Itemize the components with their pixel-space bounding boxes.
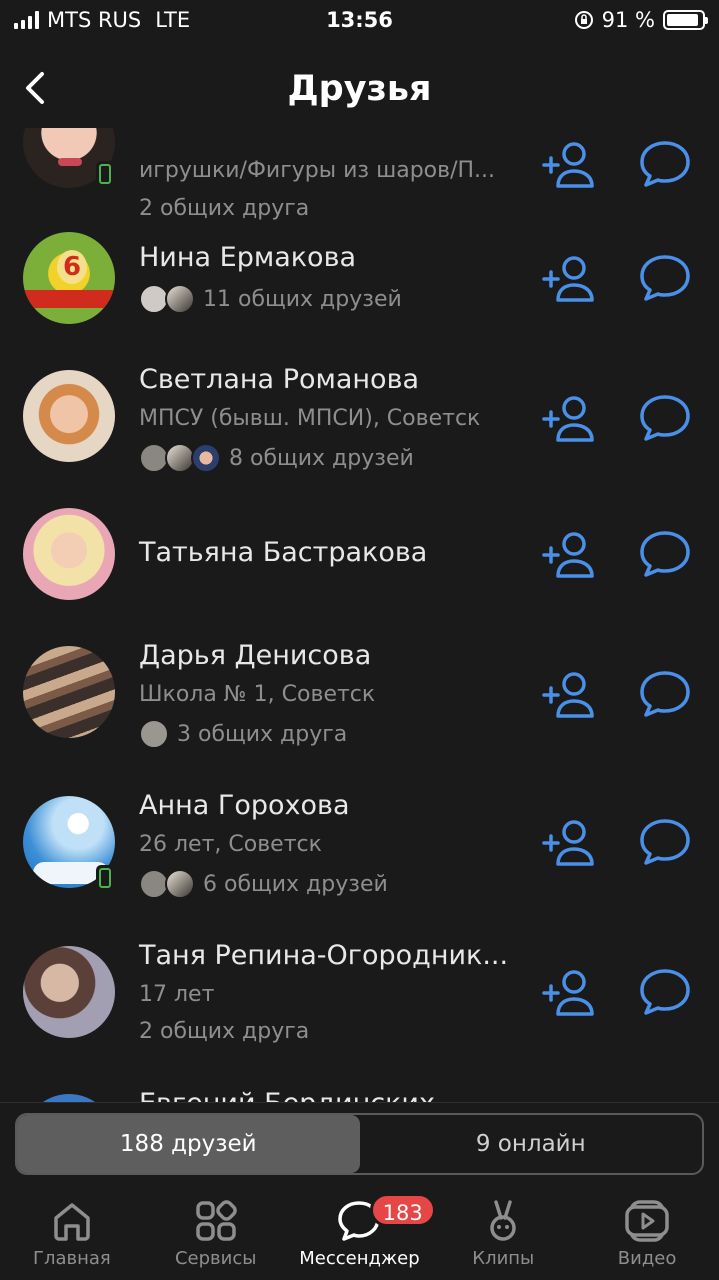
mutual-avatar	[191, 443, 221, 473]
add-friend-icon[interactable]	[540, 138, 598, 190]
mutual-count: 6 общих друзей	[203, 871, 388, 897]
tab-services[interactable]: Сервисы	[144, 1190, 288, 1280]
message-icon[interactable]	[636, 668, 694, 720]
message-icon[interactable]	[636, 252, 694, 304]
friend-name[interactable]: Светлана Романова	[139, 364, 419, 395]
tab-label: Главная	[33, 1248, 111, 1269]
friend-row[interactable]: Таня Репина-Огородник... 17 лет 2 общих …	[0, 940, 719, 1076]
avatar[interactable]	[23, 646, 115, 738]
divider	[0, 1102, 719, 1103]
unread-badge: 183	[369, 1193, 436, 1227]
tab-messenger[interactable]: 183 Мессенджер	[288, 1190, 436, 1280]
mutual-count: 3 общих друга	[177, 721, 348, 747]
mutual-friends: 11 общих друзей	[139, 284, 402, 314]
add-friend-icon[interactable]	[540, 668, 598, 720]
tab-label: Мессенджер	[299, 1248, 420, 1269]
add-friend-icon[interactable]	[540, 816, 598, 868]
tab-video[interactable]: Видео	[575, 1190, 719, 1280]
friend-subtitle: 26 лет, Советск	[139, 832, 322, 857]
avatar[interactable]	[23, 508, 115, 600]
friend-name[interactable]: Евгений Бердинских	[139, 1088, 435, 1103]
tab-clips[interactable]: Клипы	[431, 1190, 575, 1280]
add-friend-icon[interactable]	[540, 966, 598, 1018]
friend-name[interactable]: Дарья Денисова	[139, 640, 371, 671]
services-icon	[195, 1200, 237, 1241]
friend-name[interactable]: Таня Репина-Огородник...	[139, 940, 508, 971]
friend-row[interactable]: 6 Нина Ермакова 11 общих друзей	[0, 232, 719, 352]
friend-row[interactable]: игрушки/Фигуры из шаров/П... 2 общих дру…	[0, 128, 719, 221]
nav-header: Друзья	[0, 52, 719, 128]
friends-list[interactable]: игрушки/Фигуры из шаров/П... 2 общих дру…	[0, 128, 719, 1103]
mutual-avatar	[165, 869, 195, 899]
friend-row[interactable]: Светлана Романова МПСУ (бывш. МПСИ), Сов…	[0, 364, 719, 500]
friend-row[interactable]: Анна Горохова 26 лет, Советск 6 общих др…	[0, 790, 719, 926]
avatar[interactable]: 6	[23, 232, 115, 324]
mutual-friends: 3 общих друга	[139, 719, 347, 749]
status-right: 91 %	[574, 8, 708, 32]
friend-row[interactable]: Дарья Денисова Школа № 1, Советск 3 общи…	[0, 640, 719, 776]
online-mobile-icon	[96, 161, 114, 187]
friend-subtitle: 17 лет	[139, 982, 215, 1007]
message-icon[interactable]	[636, 392, 694, 444]
friend-name[interactable]: Нина Ермакова	[139, 242, 356, 273]
mutual-count: 2 общих друга	[139, 196, 310, 221]
avatar[interactable]	[23, 370, 115, 462]
mutual-count: 8 общих друзей	[229, 445, 414, 471]
message-icon[interactable]	[636, 816, 694, 868]
add-friend-icon[interactable]	[540, 528, 598, 580]
segment-all-friends[interactable]: 188 друзей	[17, 1115, 360, 1173]
tab-label: Клипы	[472, 1248, 535, 1269]
page-title: Друзья	[287, 69, 432, 109]
mutual-friends: 8 общих друзей	[139, 443, 414, 473]
message-icon[interactable]	[636, 138, 694, 190]
friend-subtitle: МПСУ (бывш. МПСИ), Советск	[139, 406, 481, 431]
mutual-avatar	[165, 284, 195, 314]
video-icon	[625, 1200, 669, 1242]
mutual-count: 2 общих друга	[139, 1019, 310, 1044]
friend-name[interactable]: Татьяна Бастракова	[139, 537, 427, 568]
mutual-friends: 2 общих друга	[139, 1019, 309, 1044]
segment-online[interactable]: 9 онлайн	[360, 1115, 703, 1173]
battery-percent: 91 %	[601, 8, 655, 32]
friend-name[interactable]: Анна Горохова	[139, 790, 350, 821]
mutual-avatar	[139, 719, 169, 749]
online-mobile-icon	[96, 865, 114, 891]
message-icon[interactable]	[636, 528, 694, 580]
mutual-friends: 6 общих друзей	[139, 869, 388, 899]
avatar[interactable]	[23, 946, 115, 1038]
rotation-lock-icon	[574, 11, 593, 29]
message-icon[interactable]	[636, 966, 694, 1018]
friend-row[interactable]: Татьяна Бастракова	[0, 508, 719, 628]
friend-subtitle: Школа № 1, Советск	[139, 682, 376, 707]
status-bar: MTS RUS LTE 13:56 91 %	[0, 0, 719, 42]
tab-label: Сервисы	[174, 1248, 257, 1269]
friends-filter-segment: 188 друзей 9 онлайн	[15, 1113, 704, 1175]
home-icon	[54, 1203, 90, 1241]
mutual-count: 11 общих друзей	[203, 286, 402, 312]
mutual-friends: 2 общих друга	[139, 196, 309, 221]
add-friend-icon[interactable]	[540, 392, 598, 444]
tab-label: Видео	[617, 1248, 677, 1269]
add-friend-icon[interactable]	[540, 252, 598, 304]
friend-subtitle: игрушки/Фигуры из шаров/П...	[139, 158, 496, 183]
battery-icon	[663, 10, 708, 30]
tab-home[interactable]: Главная	[0, 1190, 144, 1280]
tab-bar: Главная Сервисы 183 Мессенджер Клипы Вид…	[0, 1190, 719, 1280]
clips-icon	[490, 1200, 517, 1241]
